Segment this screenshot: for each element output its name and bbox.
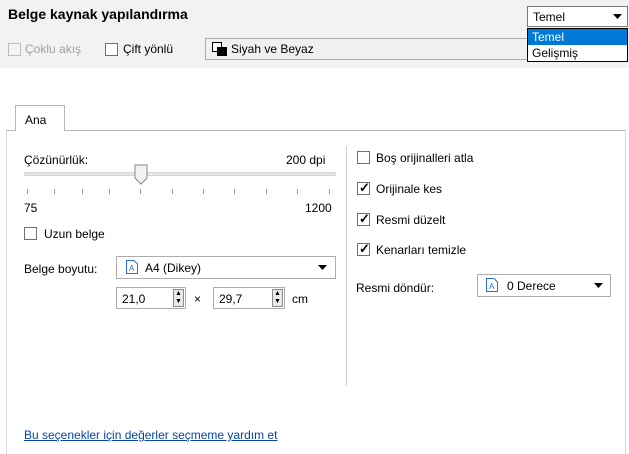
svg-text:A: A: [489, 282, 495, 291]
profile-selected: Temel: [533, 10, 566, 24]
height-value: 29,7: [219, 292, 243, 306]
skip-blank-label: Boş orijinalleri atla: [376, 151, 474, 165]
crop-checkbox[interactable]: ✓: [357, 180, 370, 195]
resolution-label: Çözünürlük:: [24, 153, 89, 167]
size-value: A4 (Dikey): [145, 261, 202, 275]
height-spin-buttons[interactable]: ▲ ▼: [272, 289, 283, 307]
duplex-checkbox[interactable]: [105, 43, 118, 56]
deskew-checkbox[interactable]: ✓: [357, 211, 370, 226]
times-symbol: ×: [194, 292, 202, 306]
rotate-value: 0 Derece: [507, 279, 556, 293]
long-doc-label: Uzun belge: [44, 227, 105, 241]
skip-blank-checkbox[interactable]: [357, 151, 370, 164]
help-link[interactable]: Bu seçenekler için değerler seçmeme yard…: [24, 428, 277, 442]
multiflow-checkbox[interactable]: [8, 43, 21, 56]
size-select[interactable]: A A4 (Dikey): [116, 256, 336, 279]
page-size-icon: A: [126, 260, 138, 274]
column-divider: [346, 146, 347, 386]
width-value: 21,0: [122, 292, 146, 306]
size-label: Belge boyutu:: [24, 262, 98, 276]
width-spin-buttons[interactable]: ▲ ▼: [173, 289, 184, 307]
resolution-slider-thumb[interactable]: [134, 164, 148, 185]
crop-label: Orijinale kes: [376, 182, 443, 196]
tab-main-label: Ana: [25, 113, 47, 127]
page-title: Belge kaynak yapılandırma: [8, 6, 188, 22]
profile-select[interactable]: Temel: [527, 6, 628, 27]
clean-edges-label: Kenarları temizle: [376, 243, 467, 257]
clean-edges-checkbox[interactable]: ✓: [357, 241, 370, 256]
resolution-slider-track[interactable]: [24, 172, 336, 176]
height-stepper[interactable]: 29,7 ▲ ▼: [213, 287, 285, 309]
multiflow-label: Çoklu akış: [25, 42, 82, 56]
profile-option-basic[interactable]: Temel: [528, 29, 627, 45]
width-stepper[interactable]: 21,0 ▲ ▼: [116, 287, 186, 309]
profile-option-advanced[interactable]: Gelişmiş: [528, 45, 627, 61]
slider-max-label: 1200: [305, 201, 332, 215]
svg-text:A: A: [129, 264, 135, 273]
long-doc-checkbox[interactable]: [24, 227, 37, 240]
chevron-down-icon: [613, 14, 622, 19]
color-mode-label: Siyah ve Beyaz: [231, 42, 314, 56]
deskew-label: Resmi düzelt: [376, 213, 446, 227]
color-mode-icon: [212, 42, 227, 56]
duplex-label: Çift yönlü: [123, 42, 174, 56]
unit-label: cm: [292, 292, 308, 306]
chevron-down-icon: [318, 265, 327, 270]
rotate-label: Resmi döndür:: [356, 281, 435, 295]
tab-main[interactable]: Ana: [15, 105, 65, 131]
resolution-value: 200 dpi: [286, 153, 326, 167]
chevron-down-icon: [594, 283, 603, 288]
rotate-select[interactable]: A 0 Derece: [477, 274, 611, 297]
profile-dropdown-list: Temel Gelişmiş: [527, 28, 628, 62]
slider-min-label: 75: [24, 201, 38, 215]
page-rotate-icon: A: [486, 278, 498, 292]
